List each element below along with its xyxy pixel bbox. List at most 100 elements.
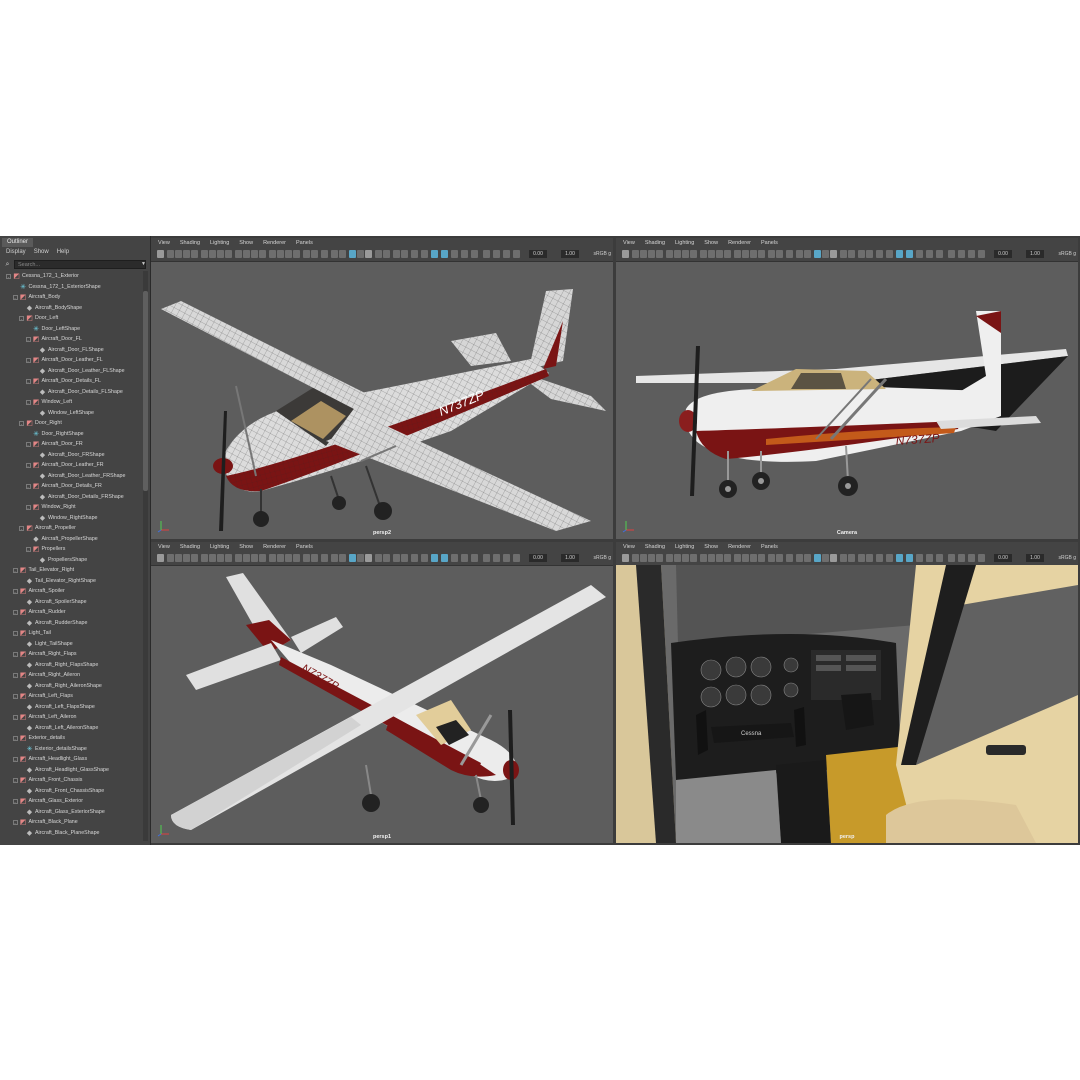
viewport-tool-button[interactable] <box>648 554 655 562</box>
viewport-persp2[interactable]: View Shading Lighting Show Renderer Panels 0.… <box>151 238 613 539</box>
viewport-tool-button[interactable] <box>822 250 829 258</box>
outliner-item[interactable]: - ◩ Window_Right <box>0 502 142 513</box>
viewport-tool-button[interactable] <box>830 554 837 562</box>
viewport-menu-view[interactable]: View <box>623 238 635 248</box>
viewport-tool-button[interactable] <box>243 554 250 562</box>
viewport-tool-button[interactable] <box>858 250 865 258</box>
viewport-tool-button[interactable] <box>471 554 478 562</box>
viewport-tool-button[interactable] <box>776 554 783 562</box>
viewport-tool-button[interactable] <box>700 250 707 258</box>
viewport-tool-button[interactable] <box>393 554 400 562</box>
outliner-item[interactable]: ✳ Exterior_detailsShape <box>0 744 142 755</box>
viewport-tool-button[interactable] <box>666 554 673 562</box>
outliner-item[interactable]: ◆ Aircraft_Door_Details_FRShape <box>0 492 142 503</box>
viewport-menu-renderer[interactable]: Renderer <box>263 238 286 248</box>
expand-toggle-icon[interactable]: - <box>12 757 18 762</box>
viewport-tool-button[interactable] <box>259 250 266 258</box>
gamma-field[interactable]: 1.00 <box>561 250 579 258</box>
viewport-menu-lighting[interactable]: Lighting <box>210 238 229 248</box>
search-icon[interactable]: ⌕ <box>3 260 12 269</box>
viewport-tool-button[interactable] <box>682 250 689 258</box>
viewport-tool-button[interactable] <box>201 250 208 258</box>
viewport-menu-renderer[interactable]: Renderer <box>728 542 751 552</box>
viewport-menu-panels[interactable]: Panels <box>296 238 313 248</box>
viewport-menu-panels[interactable]: Panels <box>761 542 778 552</box>
viewport-tool-button[interactable] <box>285 250 292 258</box>
viewport-tool-button[interactable] <box>393 250 400 258</box>
expand-toggle-icon[interactable]: - <box>12 715 18 720</box>
expand-toggle-icon[interactable]: - <box>19 421 24 426</box>
viewport-tool-button[interactable] <box>483 554 490 562</box>
viewport-tool-button[interactable] <box>916 554 923 562</box>
outliner-item[interactable]: - ◩ Aircraft_Propeller <box>0 523 142 534</box>
expand-toggle-icon[interactable]: - <box>12 673 18 678</box>
outliner-item[interactable]: ◆ Aircraft_Door_Details_FLShape <box>0 387 142 398</box>
outliner-item[interactable]: - ◩ Aircraft_Body <box>0 292 142 303</box>
viewport-tool-button[interactable] <box>441 250 448 258</box>
viewport-tool-button[interactable] <box>217 250 224 258</box>
viewport-tool-button[interactable] <box>441 554 448 562</box>
outliner-item[interactable]: ◆ Aircraft_RudderShape <box>0 618 142 629</box>
viewport-tool-button[interactable] <box>235 554 242 562</box>
viewport-tool-button[interactable] <box>431 554 438 562</box>
outliner-item[interactable]: ◆ Aircraft_Left_FlapsShape <box>0 702 142 713</box>
outliner-item[interactable]: ◆ Aircraft_Right_AileronShape <box>0 681 142 692</box>
outliner-item[interactable]: - ◩ Aircraft_Left_Flaps <box>0 691 142 702</box>
viewport-tool-button[interactable] <box>293 250 300 258</box>
viewport-menu-view[interactable]: View <box>623 542 635 552</box>
outliner-scrollbar[interactable] <box>143 271 148 841</box>
viewport-tool-button[interactable] <box>225 250 232 258</box>
viewport-menu-show[interactable]: Show <box>239 238 253 248</box>
outliner-item[interactable]: - ◩ Aircraft_Spoiler <box>0 586 142 597</box>
viewport-persp1[interactable]: View Shading Lighting Show Renderer Panels 0.… <box>151 542 613 843</box>
outliner-item[interactable]: ◆ Aircraft_Black_PlaneShape <box>0 828 142 839</box>
viewport-tool-button[interactable] <box>175 250 182 258</box>
viewport-tool-button[interactable] <box>167 250 174 258</box>
viewport-menu-lighting[interactable]: Lighting <box>675 238 694 248</box>
viewport-tool-button[interactable] <box>321 250 328 258</box>
viewport-tool-button[interactable] <box>958 554 965 562</box>
exposure-field[interactable]: 0.00 <box>994 554 1012 562</box>
expand-toggle-icon[interactable]: - <box>12 778 18 783</box>
outliner-item[interactable]: - ◩ Aircraft_Black_Plane <box>0 817 142 828</box>
expand-toggle-icon[interactable]: - <box>25 484 31 489</box>
viewport-persp[interactable]: View Shading Lighting Show Renderer Panels 0.… <box>616 542 1078 843</box>
viewport-tool-button[interactable] <box>666 250 673 258</box>
viewport-tool-button[interactable] <box>776 250 783 258</box>
viewport-tool-button[interactable] <box>674 554 681 562</box>
outliner-item[interactable]: ◆ Aircraft_Front_ChassisShape <box>0 786 142 797</box>
outliner-item[interactable]: - ◩ Aircraft_Door_FR <box>0 439 142 450</box>
viewport-tool-button[interactable] <box>768 554 775 562</box>
viewport-tool-button[interactable] <box>840 250 847 258</box>
colorspace-label[interactable]: sRGB g <box>1058 250 1076 258</box>
viewport-tool-button[interactable] <box>640 554 647 562</box>
expand-toggle-icon[interactable]: - <box>12 820 18 825</box>
viewport-tool-button[interactable] <box>648 250 655 258</box>
viewport-menu-shading[interactable]: Shading <box>180 238 200 248</box>
viewport-tool-button[interactable] <box>421 250 428 258</box>
expand-toggle-icon[interactable]: - <box>25 547 31 552</box>
viewport-menu-panels[interactable]: Panels <box>761 238 778 248</box>
viewport-tool-button[interactable] <box>742 554 749 562</box>
outliner-item[interactable]: ◆ Aircraft_Door_Leather_FLShape <box>0 366 142 377</box>
viewport-tool-button[interactable] <box>968 554 975 562</box>
outliner-item[interactable]: ◆ Aircraft_SpoilerShape <box>0 597 142 608</box>
viewport-tool-button[interactable] <box>708 250 715 258</box>
viewport-tool-button[interactable] <box>209 554 216 562</box>
outliner-item[interactable]: ◆ Aircraft_Door_FLShape <box>0 345 142 356</box>
outliner-item[interactable]: ◆ Light_TailShape <box>0 639 142 650</box>
viewport-tool-button[interactable] <box>311 250 318 258</box>
expand-toggle-icon[interactable]: - <box>25 400 31 405</box>
viewport-tool-button[interactable] <box>157 250 164 258</box>
viewport-tool-button[interactable] <box>716 554 723 562</box>
viewport-tool-button[interactable] <box>357 250 364 258</box>
outliner-item[interactable]: ◆ Tail_Elevator_RightShape <box>0 576 142 587</box>
viewport-tool-button[interactable] <box>866 554 873 562</box>
viewport-menu-panels[interactable]: Panels <box>296 542 313 552</box>
outliner-item[interactable]: ◆ Aircraft_Door_FRShape <box>0 450 142 461</box>
viewport-tool-button[interactable] <box>209 250 216 258</box>
viewport-tool-button[interactable] <box>431 250 438 258</box>
menu-display[interactable]: Display <box>6 248 26 257</box>
outliner-item[interactable]: - ◩ Aircraft_Glass_Exterior <box>0 796 142 807</box>
viewport-tool-button[interactable] <box>225 554 232 562</box>
